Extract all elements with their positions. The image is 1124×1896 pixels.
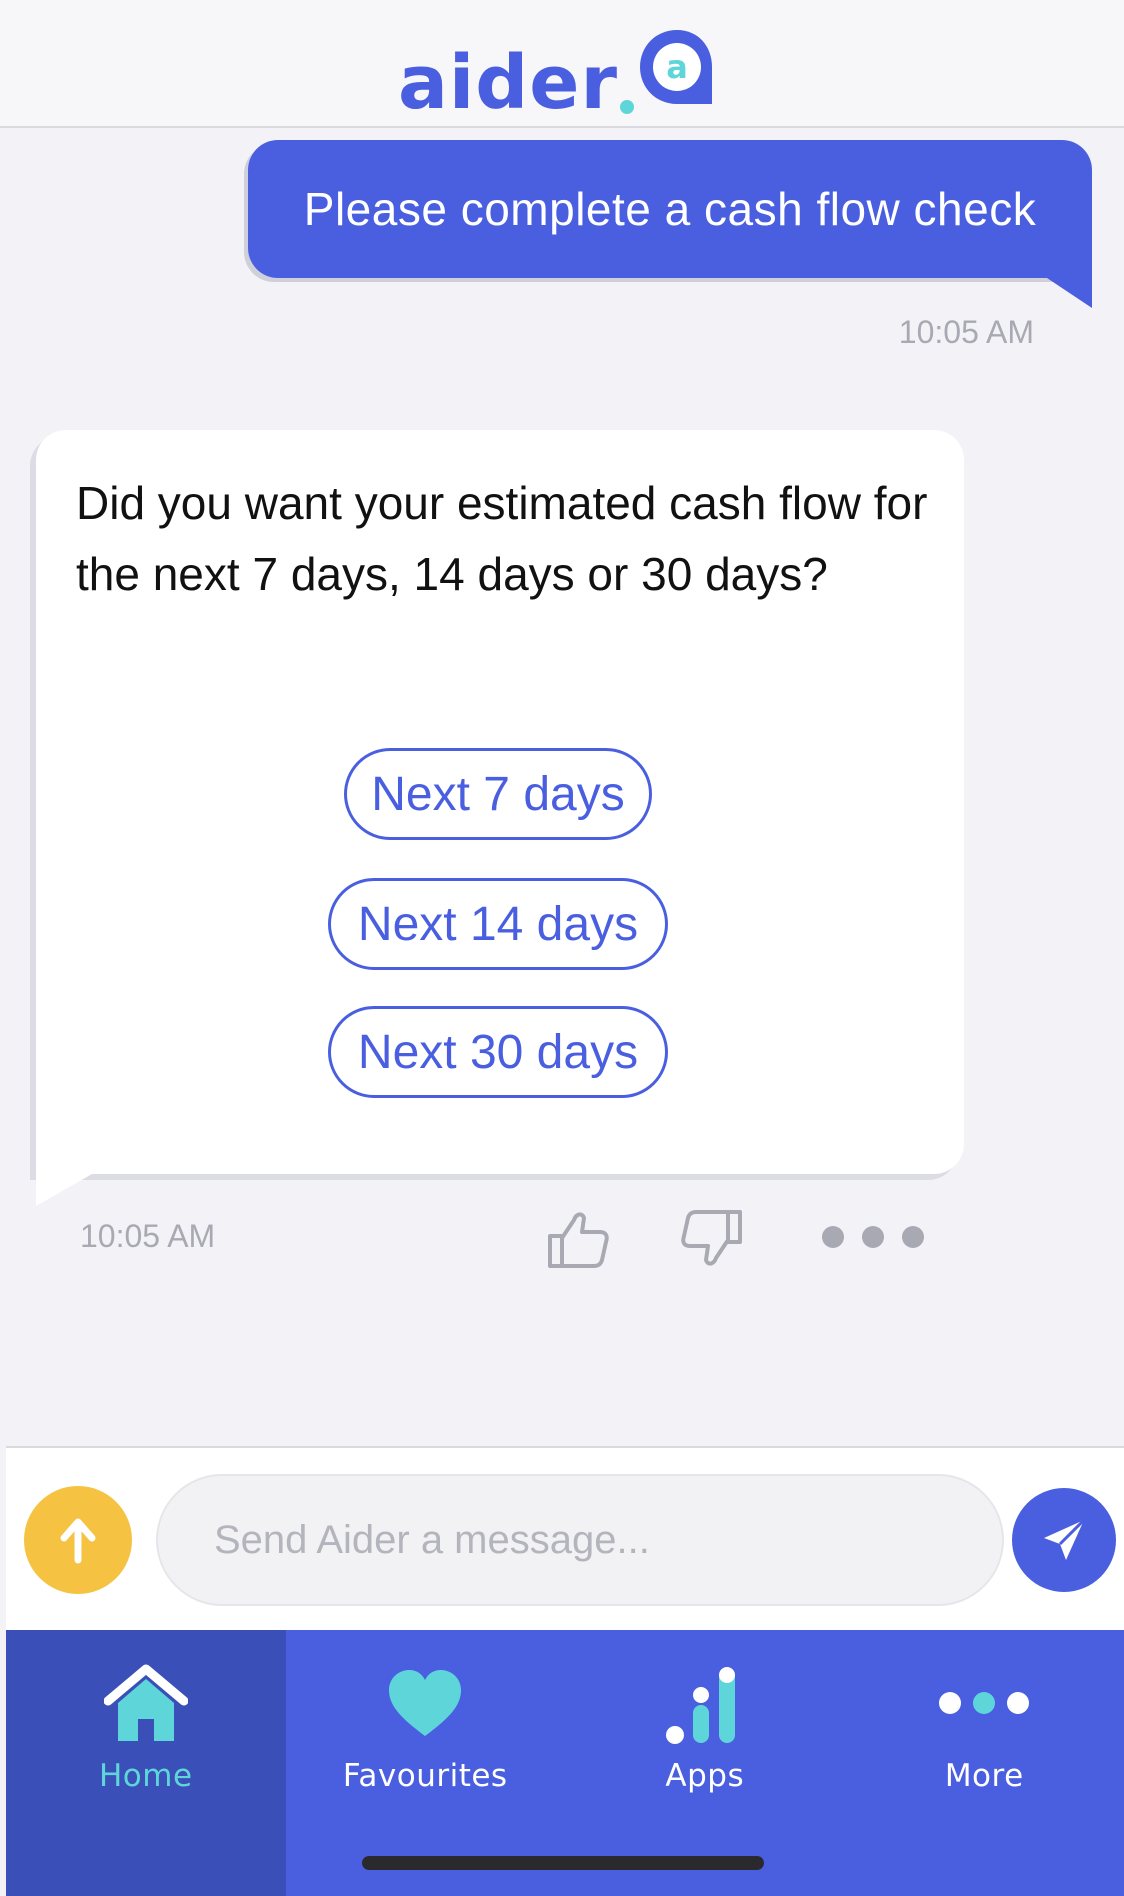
dot xyxy=(822,1226,844,1248)
logo-dot xyxy=(619,100,634,114)
option-next-30-days-button[interactable]: Next 30 days xyxy=(328,1006,668,1098)
nav-label-favourites: Favourites xyxy=(342,1758,508,1794)
apps-bars-icon xyxy=(663,1658,747,1748)
nav-label-apps: Apps xyxy=(665,1758,745,1794)
nav-label-home: Home xyxy=(98,1758,193,1794)
upload-button[interactable] xyxy=(24,1486,132,1594)
nav-item-more[interactable]: More xyxy=(845,1630,1124,1896)
thumbs-down-icon[interactable] xyxy=(680,1206,746,1272)
bot-message-bubble: Did you want your estimated cash flow fo… xyxy=(36,430,964,1206)
nav-item-home[interactable]: Home xyxy=(6,1630,286,1896)
message-composer xyxy=(6,1446,1124,1630)
heart-icon xyxy=(387,1658,463,1748)
logo-text: aider xyxy=(398,40,618,126)
home-indicator xyxy=(362,1856,764,1870)
thumbs-up-icon[interactable] xyxy=(544,1206,610,1272)
user-message-time: 10:05 AM xyxy=(898,314,1034,350)
home-icon xyxy=(103,1658,188,1748)
logo-bubble-icon: a xyxy=(636,26,718,108)
bubble-tail xyxy=(1044,276,1092,308)
app-header: aider a xyxy=(0,0,1124,128)
message-input[interactable] xyxy=(156,1474,1004,1606)
dot xyxy=(902,1226,924,1248)
option-next-14-days-button[interactable]: Next 14 days xyxy=(328,878,668,970)
send-button[interactable] xyxy=(1012,1488,1116,1592)
svg-text:a: a xyxy=(666,48,688,86)
user-message-text: Please complete a cash flow check xyxy=(303,183,1037,235)
more-dots-icon xyxy=(936,1658,1032,1748)
bot-message-text: Did you want your estimated cash flow fo… xyxy=(76,477,928,600)
aider-logo: aider a xyxy=(398,20,718,120)
bubble-tail xyxy=(36,1174,92,1206)
arrow-up-icon xyxy=(60,1518,96,1564)
nav-label-more: More xyxy=(944,1758,1024,1794)
bot-message-time: 10:05 AM xyxy=(80,1218,216,1254)
more-options-icon[interactable] xyxy=(822,1226,926,1250)
user-message-bubble: Please complete a cash flow check xyxy=(248,140,1092,308)
send-icon xyxy=(1044,1518,1086,1560)
dot xyxy=(862,1226,884,1248)
option-next-7-days-button[interactable]: Next 7 days xyxy=(344,748,652,840)
